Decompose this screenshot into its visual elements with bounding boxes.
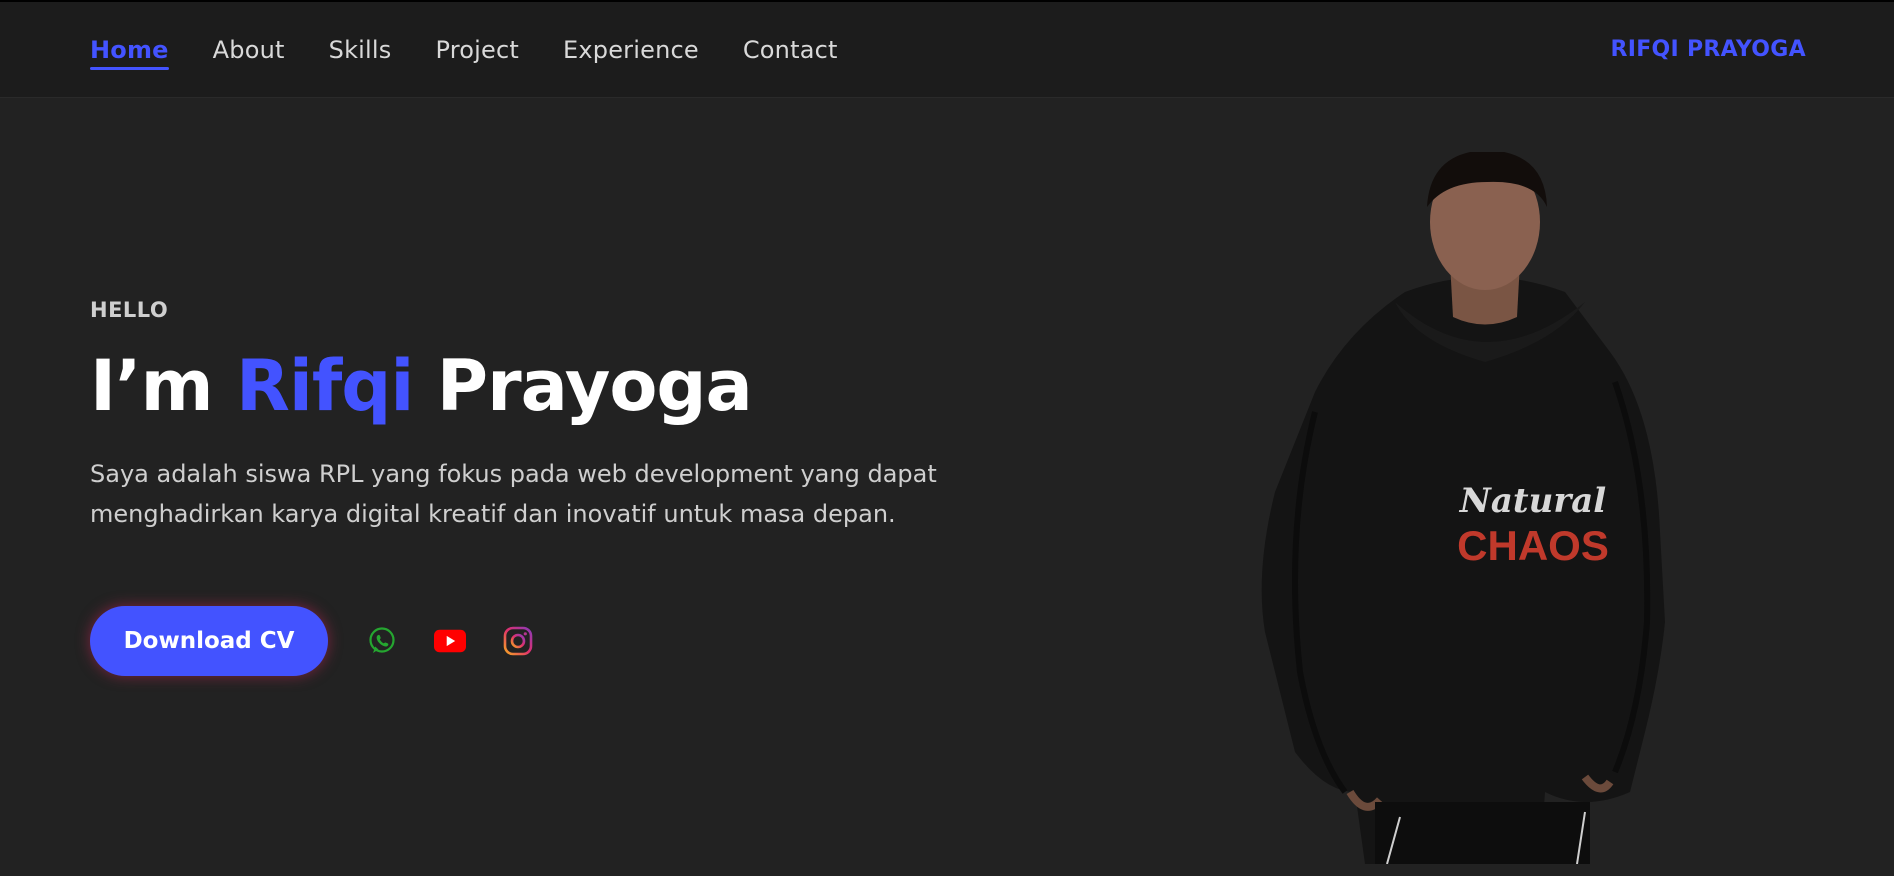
hero-actions: Download CV [90, 606, 534, 676]
print-text-chaos: CHAOS [1457, 522, 1609, 569]
nav-link-experience[interactable]: Experience [563, 36, 699, 70]
headline-suffix: Prayoga [436, 345, 753, 427]
headline-accent: Rifqi [235, 345, 414, 427]
headline-prefix: I’m [90, 345, 214, 427]
download-cv-button[interactable]: Download CV [90, 606, 328, 676]
nav-links: Home About Skills Project Experience Con… [90, 36, 882, 70]
nav-link-contact[interactable]: Contact [743, 36, 838, 70]
instagram-icon[interactable] [502, 625, 534, 657]
profile-photo: Natural CHAOS [1255, 150, 1715, 865]
navbar: Home About Skills Project Experience Con… [0, 2, 1894, 98]
hero-headline: I’m Rifqi Prayoga [90, 344, 990, 428]
page: Home About Skills Project Experience Con… [0, 0, 1894, 876]
brand-logo[interactable]: RIFQI PRAYOGA [1610, 37, 1806, 62]
print-text-natural: Natural [1459, 481, 1606, 521]
hero-description: Saya adalah siswa RPL yang fokus pada we… [90, 460, 937, 528]
hero-greeting: HELLO [90, 298, 169, 322]
nav-link-skills[interactable]: Skills [329, 36, 392, 70]
youtube-icon[interactable] [434, 625, 466, 657]
nav-link-home[interactable]: Home [90, 36, 169, 70]
social-links [366, 625, 534, 657]
hero-text: HELLO I’m Rifqi Prayoga Saya adalah sisw… [90, 298, 990, 534]
nav-link-about[interactable]: About [213, 36, 285, 70]
nav-link-project[interactable]: Project [435, 36, 519, 70]
whatsapp-icon[interactable] [366, 625, 398, 657]
